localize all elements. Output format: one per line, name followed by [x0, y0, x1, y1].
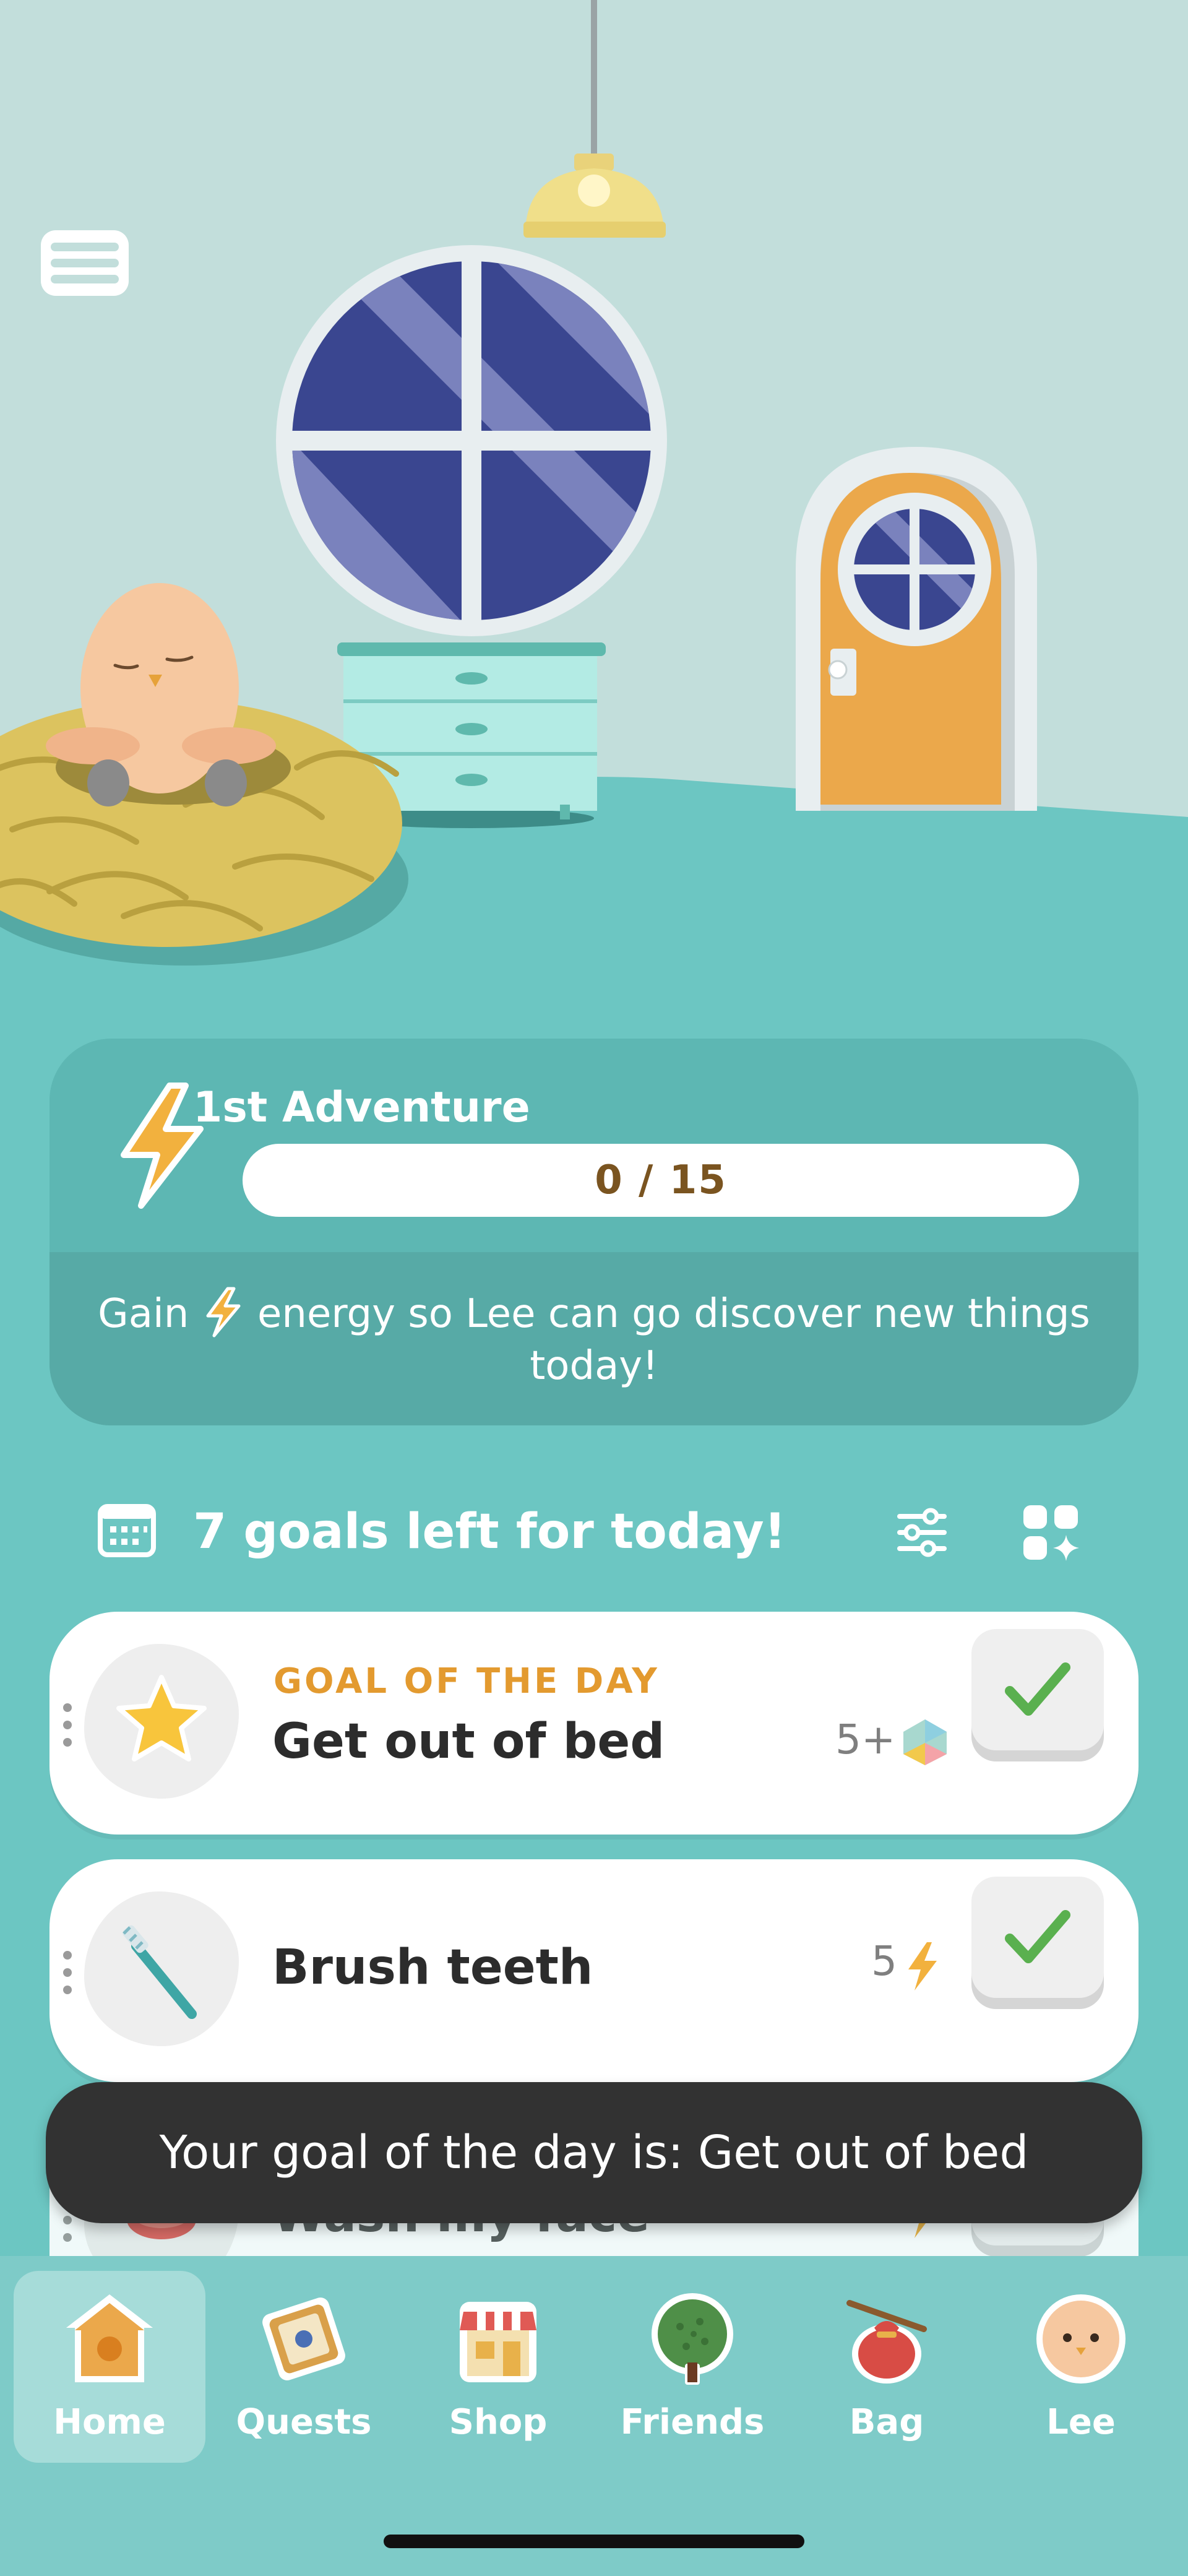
- nav-friends[interactable]: Friends: [596, 2271, 788, 2463]
- goal-reward: 5: [871, 1937, 897, 1985]
- nav-shop[interactable]: Shop: [402, 2271, 594, 2463]
- goal-reward: 5+: [835, 1716, 896, 1763]
- filter-sliders-icon[interactable]: [896, 1508, 948, 1557]
- tree-icon: [652, 2293, 733, 2385]
- adventure-progress-text: 0 / 15: [595, 1157, 727, 1203]
- shop-icon: [460, 2302, 536, 2382]
- nav-home[interactable]: Home: [14, 2271, 205, 2463]
- home-indicator: [384, 2535, 804, 2548]
- goals-left-title: 7 goals left for today!: [193, 1504, 786, 1560]
- checkmark-icon: [1005, 1910, 1070, 1963]
- adventure-progress-bar: 0 / 15: [243, 1144, 1079, 1217]
- nav-label-shop: Shop: [449, 2402, 548, 2442]
- calendar-icon[interactable]: [98, 1504, 156, 1557]
- avatar-icon: [1036, 2294, 1126, 2384]
- bolt-icon: [206, 1287, 241, 1338]
- goal-name: Brush teeth: [272, 1940, 593, 1995]
- adventure-title: 1st Adventure: [193, 1083, 530, 1132]
- nav-label-home: Home: [53, 2402, 166, 2442]
- goal-of-the-day-label: GOAL OF THE DAY: [273, 1661, 660, 1701]
- drag-handle[interactable]: [63, 1951, 72, 1994]
- nav-quests[interactable]: Quests: [208, 2271, 400, 2463]
- door: [796, 447, 1037, 811]
- house-icon: [66, 2294, 153, 2382]
- menu-icon[interactable]: [40, 229, 130, 297]
- goal-card[interactable]: GOAL OF THE DAY Get out of bed 5+: [50, 1612, 1138, 1835]
- add-goal-icon[interactable]: [1021, 1503, 1080, 1562]
- goal-card[interactable]: Brush teeth 5: [50, 1859, 1138, 2082]
- adventure-description-start: Gain: [98, 1291, 189, 1337]
- room-scene: [0, 0, 1188, 1027]
- bottom-nav: Home Quests Shop Friends Bag Lee: [0, 2256, 1188, 2576]
- goal-name: Get out of bed: [272, 1714, 665, 1770]
- nav-label-friends: Friends: [620, 2402, 765, 2442]
- bolt-icon: [908, 1942, 937, 1990]
- quest-board-icon: [262, 2297, 345, 2380]
- adventure-description: Gain energy so Lee can go discover new t…: [80, 1286, 1108, 1392]
- goal-icon-bg: [84, 1891, 239, 2046]
- toothbrush-icon: [123, 1925, 197, 2019]
- gem-icon: [903, 1719, 947, 1765]
- goal-icon-bg: [84, 1644, 239, 1799]
- nav-bag[interactable]: Bag: [791, 2271, 983, 2463]
- toast-message: Your goal of the day is: Get out of bed: [46, 2082, 1142, 2223]
- toast-text: Your goal of the day is: Get out of bed: [159, 2126, 1029, 2179]
- bag-icon: [846, 2300, 927, 2384]
- nav-label-bag: Bag: [849, 2402, 924, 2442]
- nav-lee[interactable]: Lee: [985, 2271, 1177, 2463]
- adventure-description-end: energy so Lee can go discover new things…: [257, 1291, 1090, 1389]
- nav-label-quests: Quests: [236, 2402, 372, 2442]
- nav-label-lee: Lee: [1046, 2402, 1116, 2442]
- drag-handle[interactable]: [63, 1703, 72, 1747]
- complete-goal-button[interactable]: [971, 1629, 1104, 1750]
- goals-header: 7 goals left for today!: [93, 1498, 1108, 1566]
- star-icon: [116, 1675, 207, 1761]
- checkmark-icon: [1005, 1662, 1070, 1716]
- complete-goal-button[interactable]: [971, 1877, 1104, 1998]
